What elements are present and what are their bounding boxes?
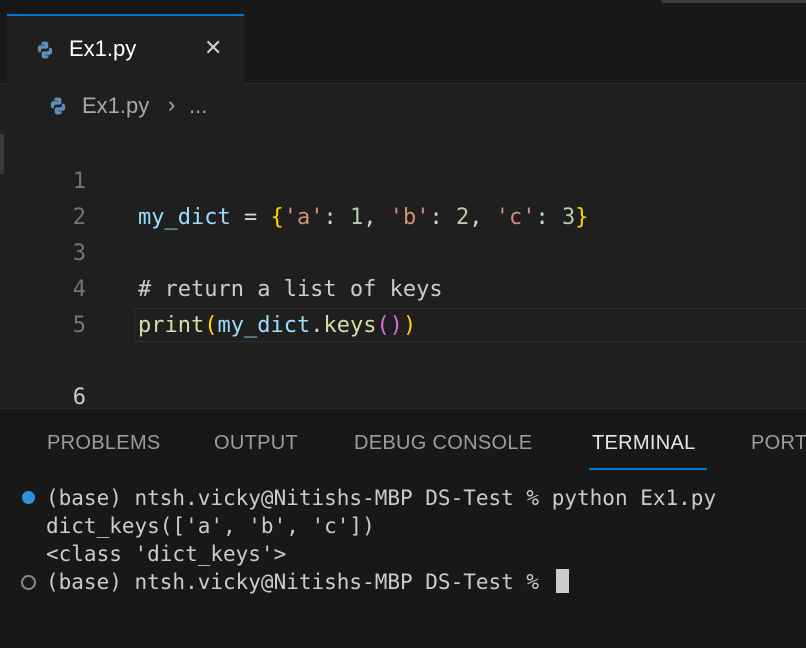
breadcrumb-symbols[interactable]: ... xyxy=(189,93,207,119)
code-line-4[interactable]: 4 print(my_dict.keys()) xyxy=(0,236,806,338)
code-line-1[interactable]: 1 my_dict = {'a': 1, 'b': 2, 'c': 3} xyxy=(0,128,806,230)
terminal-prompt[interactable]: (base) ntsh.vicky@Nitishs-MBP DS-Test % xyxy=(46,568,569,596)
active-tab-indicator xyxy=(589,468,707,470)
python-file-icon xyxy=(37,41,53,59)
terminal-line: (base) ntsh.vicky@Nitishs-MBP DS-Test % … xyxy=(46,486,717,510)
current-line-highlight xyxy=(134,308,806,342)
tab-debug-console[interactable]: DEBUG CONSOLE xyxy=(354,432,532,455)
tab-label: Ex1.py xyxy=(69,36,137,61)
breadcrumb-file[interactable]: Ex1.py xyxy=(82,93,149,119)
tab-ports[interactable]: PORTS xyxy=(751,432,806,455)
tab-output[interactable]: OUTPUT xyxy=(214,432,298,455)
code-line-2[interactable]: 2 xyxy=(0,164,806,230)
tab-problems[interactable]: PROBLEMS xyxy=(47,432,161,455)
bottom-panel: PROBLEMS OUTPUT DEBUG CONSOLE TERMINAL P… xyxy=(0,408,806,648)
code-line-6[interactable]: 6 print(type(my_dict.keys())) xyxy=(0,308,806,446)
editor-tab-bar: Ex1.py ✕ xyxy=(0,0,806,85)
close-tab-icon[interactable]: ✕ xyxy=(204,34,222,64)
code-line-5[interactable]: 5 xyxy=(0,272,806,338)
window-corner xyxy=(661,0,806,3)
terminal-line: <class 'dict_keys'> xyxy=(46,542,287,566)
tab-ex1-py[interactable]: Ex1.py ✕ xyxy=(7,14,244,85)
code-editor[interactable]: 1 my_dict = {'a': 1, 'b': 2, 'c': 3} 2 3… xyxy=(0,128,806,446)
breadcrumb-python-icon xyxy=(50,97,66,115)
breadcrumb: Ex1.py › ... xyxy=(0,84,806,128)
command-success-icon[interactable] xyxy=(22,491,35,504)
tab-terminal[interactable]: TERMINAL xyxy=(592,432,696,455)
code-line-3[interactable]: 3 # return a list of keys xyxy=(0,200,806,302)
chevron-right-icon: › xyxy=(168,92,176,117)
terminal-cursor xyxy=(555,569,569,593)
terminal-line: dict_keys(['a', 'b', 'c']) xyxy=(46,514,375,538)
terminal-prompt-text: (base) ntsh.vicky@Nitishs-MBP DS-Test % xyxy=(46,570,552,594)
command-pending-icon[interactable] xyxy=(21,575,36,590)
